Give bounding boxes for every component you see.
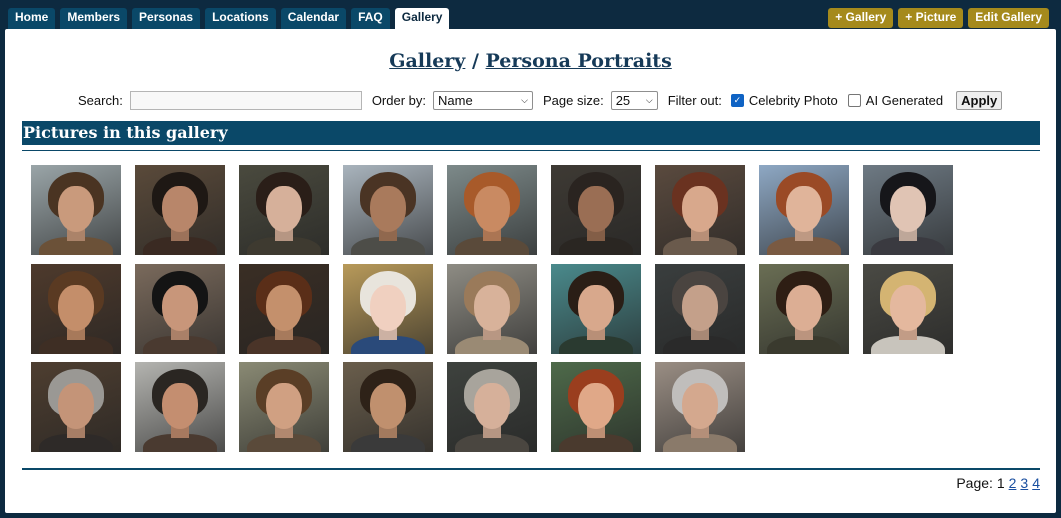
gallery-thumbnail[interactable]: [239, 263, 329, 354]
celebrity-photo-checkbox[interactable]: ✓: [730, 93, 744, 107]
search-label: Search:: [78, 92, 123, 108]
edit-gallery-button[interactable]: Edit Gallery: [968, 8, 1049, 28]
portrait-face: [370, 284, 406, 331]
nav-tabs: Home Members Personas Locations Calendar…: [8, 8, 450, 30]
gallery-thumbnail[interactable]: [135, 165, 225, 255]
portrait-face: [370, 383, 406, 429]
gallery-thumbnail[interactable]: [31, 263, 121, 354]
page-link-4[interactable]: 4: [1032, 475, 1040, 491]
gallery-thumbnail[interactable]: [343, 362, 433, 452]
gallery-thumbnail[interactable]: [31, 165, 121, 255]
portrait-face: [474, 383, 510, 429]
gallery-thumbnail[interactable]: [655, 165, 745, 255]
gallery-thumbnail[interactable]: [135, 263, 225, 354]
gallery-thumbnail[interactable]: [447, 165, 537, 255]
portrait-face: [578, 284, 614, 331]
chevron-down-icon: ⌵: [645, 94, 653, 105]
portrait-face: [370, 186, 406, 232]
portrait-face: [786, 284, 822, 331]
gallery-thumbnail[interactable]: [759, 165, 849, 255]
gallery-thumbnail[interactable]: [655, 263, 745, 354]
breadcrumb-separator: /: [465, 50, 486, 72]
ai-generated-label: AI Generated: [865, 92, 944, 108]
page-size-label: Page size:: [543, 92, 604, 108]
portrait-face: [58, 284, 94, 331]
add-gallery-button[interactable]: + Gallery: [828, 8, 894, 28]
order-by-value: Name: [438, 92, 473, 108]
gallery-thumbnail[interactable]: [551, 165, 641, 255]
portrait-face: [162, 383, 198, 429]
portrait-face: [58, 383, 94, 429]
chevron-down-icon: ⌵: [521, 94, 528, 105]
tab-personas[interactable]: Personas: [132, 8, 201, 30]
gallery-thumbnail[interactable]: [343, 263, 433, 354]
top-nav: Home Members Personas Locations Calendar…: [0, 0, 1061, 30]
section-title: Pictures in this gallery: [22, 121, 1040, 145]
page-link-2[interactable]: 2: [1009, 475, 1017, 491]
gallery-actions: + Gallery + Picture Edit Gallery: [828, 8, 1049, 28]
gallery-thumbnail[interactable]: [551, 362, 641, 452]
order-by-label: Order by:: [371, 92, 426, 108]
pagination: Page: 1234: [956, 475, 1040, 491]
portrait-face: [682, 186, 718, 232]
content-panel: Gallery / Persona Portraits Search: Orde…: [5, 29, 1056, 513]
gallery-thumbnail[interactable]: [655, 362, 745, 452]
gallery-thumbnail[interactable]: [863, 165, 953, 255]
portrait-face: [890, 186, 926, 232]
portrait-face: [474, 284, 510, 331]
page-label: Page:: [956, 475, 993, 491]
portrait-face: [578, 383, 614, 429]
portrait-face: [162, 186, 198, 232]
divider: [22, 150, 1040, 151]
gallery-thumbnail[interactable]: [239, 362, 329, 452]
celebrity-photo-label: Celebrity Photo: [748, 92, 838, 108]
gallery-thumbnail[interactable]: [135, 362, 225, 452]
portrait-face: [682, 284, 718, 331]
portrait-face: [162, 284, 198, 331]
filter-bar: Search: Order by: Name ⌵ Page size: 25 ⌵…: [78, 89, 1003, 111]
gallery-thumbnail[interactable]: [759, 263, 849, 354]
gallery-thumbnail[interactable]: [863, 263, 953, 354]
gallery-thumbnail[interactable]: [31, 362, 121, 452]
gallery-thumbnail[interactable]: [447, 362, 537, 452]
ai-generated-checkbox[interactable]: [847, 93, 861, 107]
tab-locations[interactable]: Locations: [205, 8, 276, 30]
portrait-face: [578, 186, 614, 232]
tab-home[interactable]: Home: [8, 8, 56, 30]
tab-members[interactable]: Members: [60, 8, 128, 30]
portrait-face: [266, 383, 302, 429]
filter-out-label: Filter out:: [667, 92, 722, 108]
search-input[interactable]: [129, 90, 362, 110]
order-by-select[interactable]: Name ⌵: [433, 90, 533, 110]
breadcrumb-gallery-link[interactable]: Gallery: [389, 50, 465, 72]
gallery-thumbnail[interactable]: [343, 165, 433, 255]
breadcrumb: Gallery / Persona Portraits: [5, 50, 1056, 72]
portrait-face: [266, 284, 302, 331]
tab-faq[interactable]: FAQ: [351, 8, 390, 30]
divider: [22, 468, 1040, 470]
portrait-face: [786, 186, 822, 232]
current-page: 1: [996, 475, 1005, 491]
gallery-thumbnail[interactable]: [239, 165, 329, 255]
tab-gallery[interactable]: Gallery: [394, 8, 450, 30]
portrait-face: [474, 186, 510, 232]
page-link-3[interactable]: 3: [1020, 475, 1028, 491]
breadcrumb-current-link[interactable]: Persona Portraits: [486, 50, 672, 72]
gallery-thumbnail[interactable]: [447, 263, 537, 354]
checkmark-icon: ✓: [733, 94, 742, 105]
portrait-face: [266, 186, 302, 232]
add-picture-button[interactable]: + Picture: [898, 8, 964, 28]
portrait-face: [890, 284, 926, 331]
tab-calendar[interactable]: Calendar: [280, 8, 347, 30]
page-size-select[interactable]: 25 ⌵: [610, 90, 658, 110]
portrait-face: [58, 186, 94, 232]
page-size-value: 25: [615, 92, 631, 108]
portrait-face: [682, 383, 718, 429]
gallery-thumbnail[interactable]: [551, 263, 641, 354]
apply-button[interactable]: Apply: [956, 90, 1003, 110]
